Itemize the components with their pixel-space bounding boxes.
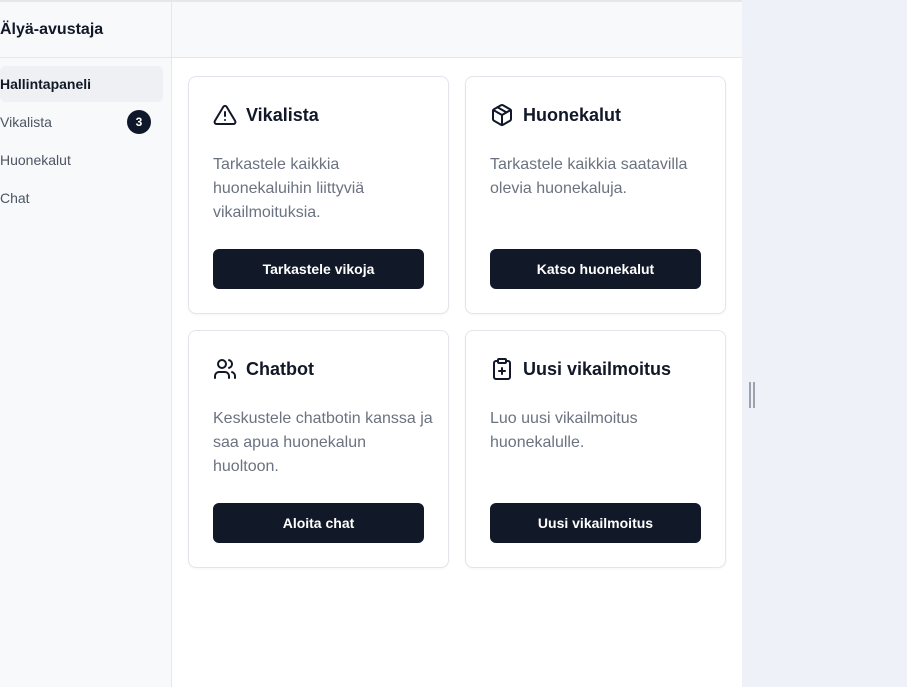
app-window: Älyä-avustaja Hallintapaneli Vikalista 3… — [0, 0, 742, 687]
view-furniture-button[interactable]: Katso huonekalut — [490, 249, 701, 289]
box-icon — [492, 104, 512, 127]
card-title: Uusi vikailmoitus — [523, 358, 672, 379]
sidebar-nav: Hallintapaneli Vikalista 3 Huonekalut Ch… — [0, 58, 171, 216]
users-icon — [214, 359, 236, 379]
card-chatbot: Chatbot Keskustele chatbotin kanssa ja s… — [188, 330, 449, 568]
resize-grip-line — [753, 382, 755, 408]
card-title: Huonekalut — [523, 104, 622, 125]
sidebar-item-label: Huonekalut — [0, 152, 71, 168]
resize-handle[interactable] — [749, 382, 755, 408]
card-header: Huonekalut — [490, 103, 621, 127]
count-badge: 3 — [127, 110, 151, 134]
sidebar-item-huonekalut[interactable]: Huonekalut — [0, 142, 163, 178]
card-vikalista: Vikalista Tarkastele kaikkia huonekaluih… — [188, 76, 449, 314]
warning-triangle-icon — [213, 104, 237, 125]
card-title: Vikalista — [246, 104, 319, 125]
card-description: Tarkastele kaikkia huonekaluihin liittyv… — [213, 156, 365, 221]
top-bar — [172, 2, 742, 58]
view-faults-button[interactable]: Tarkastele vikoja — [213, 249, 424, 289]
card-header: Vikalista — [213, 103, 319, 127]
card-description: Luo uusi vikailmoitus huonekalulle. — [490, 410, 638, 451]
new-report-button[interactable]: Uusi vikailmoitus — [490, 503, 701, 543]
sidebar-item-hallintapaneli[interactable]: Hallintapaneli — [0, 66, 163, 102]
sidebar: Älyä-avustaja Hallintapaneli Vikalista 3… — [0, 2, 172, 687]
clipboard-plus-icon — [493, 358, 511, 380]
card-title: Chatbot — [246, 358, 314, 379]
start-chat-button[interactable]: Aloita chat — [213, 503, 424, 543]
sidebar-item-label: Chat — [0, 190, 30, 206]
card-header: Chatbot — [213, 357, 314, 381]
card-new-report: Uusi vikailmoitus Luo uusi vikailmoitus … — [465, 330, 726, 568]
card-huonekalut: Huonekalut Tarkastele kaikkia saatavilla… — [465, 76, 726, 314]
card-header: Uusi vikailmoitus — [490, 357, 671, 381]
sidebar-item-label: Hallintapaneli — [0, 76, 92, 92]
app-title: Älyä-avustaja — [0, 20, 104, 38]
resize-grip-line — [749, 382, 751, 408]
card-description: Tarkastele kaikkia saatavilla olevia huo… — [490, 156, 688, 197]
card-description: Keskustele chatbotin kanssa ja saa apua … — [213, 410, 433, 475]
sidebar-header: Älyä-avustaja — [0, 2, 171, 58]
sidebar-item-vikalista[interactable]: Vikalista 3 — [0, 104, 163, 140]
sidebar-item-label: Vikalista — [0, 114, 52, 130]
sidebar-item-chat[interactable]: Chat — [0, 180, 163, 216]
